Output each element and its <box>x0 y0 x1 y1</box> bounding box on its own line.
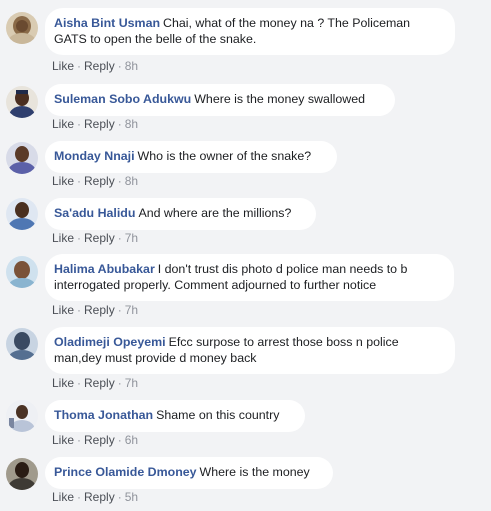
comment-actions: Like · Reply · 6h <box>52 433 139 447</box>
comment-bubble: Oladimeji Opeyemi Efcc surpose to arrest … <box>45 327 455 374</box>
reply-link[interactable]: Reply <box>84 490 115 504</box>
avatar[interactable] <box>6 458 38 490</box>
avatar[interactable] <box>6 198 38 230</box>
comment-bubble: Thoma Jonathan Shame on this country <box>45 400 305 432</box>
comment-actions: Like · Reply · 7h <box>52 376 139 390</box>
comment-time[interactable]: 7h <box>125 376 138 390</box>
avatar[interactable] <box>6 328 38 360</box>
like-link[interactable]: Like <box>52 303 74 317</box>
comment-text: Shame on this country <box>156 408 280 422</box>
comment-text: And where are the millions? <box>138 206 292 220</box>
comment-time[interactable]: 7h <box>125 231 138 245</box>
reply-link[interactable]: Reply <box>84 231 115 245</box>
avatar[interactable] <box>6 86 38 118</box>
comment-author[interactable]: Aisha Bint Usman <box>54 16 160 30</box>
comment-author[interactable]: Sa'adu Halidu <box>54 206 135 220</box>
reply-link[interactable]: Reply <box>84 117 115 131</box>
comment-time[interactable]: 8h <box>125 117 138 131</box>
like-link[interactable]: Like <box>52 117 74 131</box>
avatar[interactable] <box>6 256 38 288</box>
comment-actions: Like · Reply · 7h <box>52 231 139 245</box>
comment-time[interactable]: 8h <box>125 174 138 188</box>
comment-author[interactable]: Halima Abubakar <box>54 262 155 276</box>
comment-bubble: Suleman Sobo Adukwu Where is the money sw… <box>45 84 395 116</box>
comment-actions: Like · Reply · 5h <box>52 490 139 504</box>
reply-link[interactable]: Reply <box>84 376 115 390</box>
reply-link[interactable]: Reply <box>84 303 115 317</box>
comment-author[interactable]: Suleman Sobo Adukwu <box>54 92 191 106</box>
like-link[interactable]: Like <box>52 490 74 504</box>
comment-text: Who is the owner of the snake? <box>137 149 312 163</box>
reply-link[interactable]: Reply <box>84 174 115 188</box>
comment-bubble: Sa'adu Halidu And where are the millions? <box>45 198 316 230</box>
avatar[interactable] <box>6 12 38 44</box>
like-link[interactable]: Like <box>52 376 74 390</box>
comment-author[interactable]: Monday Nnaji <box>54 149 135 163</box>
comment-text: Where is the money swallowed <box>194 92 366 106</box>
comment-bubble: Monday Nnaji Who is the owner of the snak… <box>45 141 337 173</box>
comment-time[interactable]: 5h <box>125 490 138 504</box>
comment-actions: Like · Reply · 8h <box>52 59 139 73</box>
like-link[interactable]: Like <box>52 59 74 73</box>
comment-actions: Like · Reply · 8h <box>52 174 139 188</box>
like-link[interactable]: Like <box>52 231 74 245</box>
comment-author[interactable]: Thoma Jonathan <box>54 408 153 422</box>
like-link[interactable]: Like <box>52 174 74 188</box>
comment-author[interactable]: Oladimeji Opeyemi <box>54 335 166 349</box>
reply-link[interactable]: Reply <box>84 433 115 447</box>
comment-time[interactable]: 7h <box>125 303 138 317</box>
comment-author[interactable]: Prince Olamide Dmoney <box>54 465 197 479</box>
comment-actions: Like · Reply · 8h <box>52 117 139 131</box>
comment-bubble: Prince Olamide Dmoney Where is the money <box>45 457 333 489</box>
reply-link[interactable]: Reply <box>84 59 115 73</box>
comment-time[interactable]: 8h <box>125 59 138 73</box>
avatar[interactable] <box>6 142 38 174</box>
like-link[interactable]: Like <box>52 433 74 447</box>
comment-actions: Like · Reply · 7h <box>52 303 139 317</box>
comment-time[interactable]: 6h <box>125 433 138 447</box>
avatar[interactable] <box>6 400 38 432</box>
comment-bubble: Aisha Bint Usman Chai, what of the money … <box>45 8 455 55</box>
comment-text: Where is the money <box>199 465 310 479</box>
comment-bubble: Halima Abubakar I don't trust dis photo d… <box>45 254 454 301</box>
